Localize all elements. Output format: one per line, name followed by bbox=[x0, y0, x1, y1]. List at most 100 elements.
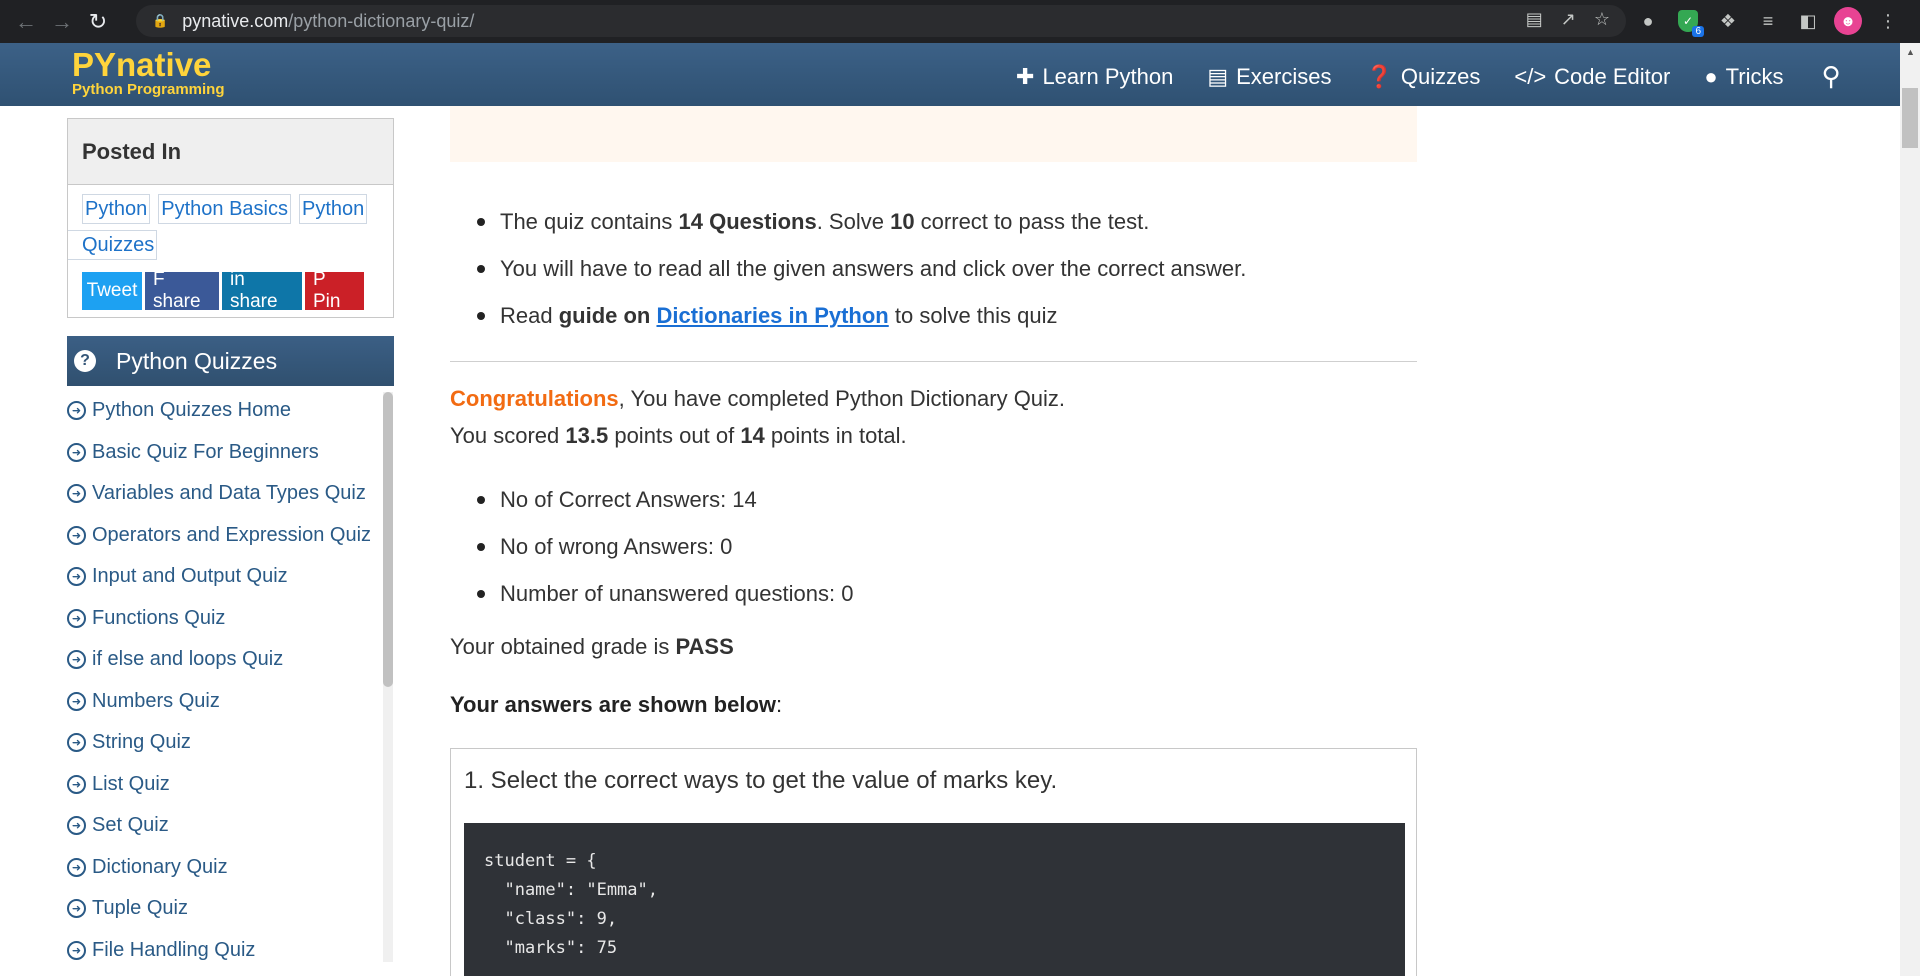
sidebar-scroll-thumb[interactable] bbox=[383, 392, 393, 687]
quiz-link-label: String Quiz bbox=[92, 731, 191, 754]
quiz-link[interactable]: ➜ Basic Quiz For Beginners bbox=[67, 432, 387, 474]
quiz-link[interactable]: ➜ Set Quiz bbox=[67, 805, 387, 847]
quiz-link[interactable]: ➜ Operators and Expression Quiz bbox=[67, 515, 387, 557]
arrow-circle-right-icon: ➜ bbox=[67, 401, 86, 421]
answers-heading: Your answers are shown below: bbox=[450, 692, 783, 717]
python-icon: ✚ bbox=[1016, 63, 1035, 89]
puzzle-extensions-icon[interactable]: ❖ bbox=[1714, 6, 1742, 36]
share-icon[interactable]: ↗ bbox=[1561, 9, 1576, 30]
arrow-circle-right-icon: ➜ bbox=[67, 525, 86, 545]
scroll-up-arrow-icon[interactable]: ▲ bbox=[1906, 47, 1915, 57]
question-card: 1. Select the correct ways to get the va… bbox=[450, 748, 1417, 976]
quiz-link[interactable]: ➜ Dictionary Quiz bbox=[67, 847, 387, 889]
quiz-link-label: Tuple Quiz bbox=[92, 897, 188, 920]
menu-kebab-icon[interactable]: ⋮ bbox=[1874, 6, 1902, 36]
translate-icon[interactable]: ▤ bbox=[1526, 9, 1543, 30]
lock-icon[interactable]: 🔒 bbox=[152, 13, 168, 29]
page-scrollbar[interactable]: ▲ bbox=[1900, 43, 1920, 976]
python-quizzes-title: Python Quizzes bbox=[116, 347, 278, 374]
arrow-circle-right-icon: ➜ bbox=[67, 857, 86, 877]
side-panel-icon[interactable]: ◧ bbox=[1794, 6, 1822, 36]
nav-code-editor[interactable]: </> Code Editor bbox=[1514, 64, 1670, 90]
quiz-link[interactable]: ➜ File Handling Quiz bbox=[67, 930, 387, 972]
quiz-link[interactable]: ➜ Python Quizzes Home bbox=[67, 390, 387, 432]
arrow-circle-right-icon: ➜ bbox=[67, 816, 86, 836]
arrow-circle-right-icon: ➜ bbox=[67, 899, 86, 919]
address-bar[interactable]: 🔒 pynative.com/python-dictionary-quiz/ ▤… bbox=[136, 5, 1626, 37]
back-arrow-icon[interactable]: ← bbox=[8, 4, 44, 40]
grade-value: PASS bbox=[675, 634, 734, 659]
quiz-link-label: List Quiz bbox=[92, 772, 170, 795]
quiz-link[interactable]: ➜ Numbers Quiz bbox=[67, 681, 387, 723]
tag-python[interactable]: Python bbox=[82, 194, 151, 224]
nav-label: Code Editor bbox=[1554, 63, 1671, 89]
quiz-link-label: Python Quizzes Home bbox=[92, 399, 291, 422]
tag-python-quizzes-cont[interactable]: Quizzes bbox=[68, 230, 158, 260]
main-content: The quiz contains 14 Questions. Solve 10… bbox=[450, 106, 1417, 976]
logo-subtitle: Python Programming bbox=[72, 81, 225, 98]
pinterest-pin-button[interactable]: P Pin bbox=[305, 269, 364, 312]
quiz-link-label: Set Quiz bbox=[92, 814, 169, 837]
tag-python-quizzes[interactable]: Python bbox=[299, 194, 368, 224]
quiz-link[interactable]: ➜ if else and loops Quiz bbox=[67, 639, 387, 681]
nav-exercises[interactable]: ▤ Exercises bbox=[1207, 64, 1331, 90]
profile-avatar[interactable]: ☻ bbox=[1834, 6, 1862, 36]
correct-answers: No of Correct Answers: 14 bbox=[450, 476, 1417, 523]
tag-list: Python Python Basics Python Quizzes bbox=[68, 185, 393, 265]
quiz-link-label: Basic Quiz For Beginners bbox=[92, 440, 319, 463]
arrow-circle-right-icon: ➜ bbox=[67, 484, 86, 504]
quiz-link[interactable]: ➜ String Quiz bbox=[67, 722, 387, 764]
nav-label: Quizzes bbox=[1400, 63, 1481, 89]
score-value: 13.5 bbox=[565, 423, 609, 448]
laptop-icon: ▤ bbox=[1207, 63, 1229, 89]
nav-learn-python[interactable]: ✚ Learn Python bbox=[1016, 64, 1173, 90]
nav-tricks[interactable]: ● Tricks bbox=[1704, 64, 1783, 90]
forward-arrow-icon[interactable]: → bbox=[44, 4, 80, 40]
page-scroll-thumb[interactable] bbox=[1902, 88, 1918, 148]
wrong-answers: No of wrong Answers: 0 bbox=[450, 523, 1417, 570]
reload-icon[interactable]: ↻ bbox=[80, 4, 116, 40]
top-navigation: ✚ Learn Python ▤ Exercises ❓ Quizzes </>… bbox=[1016, 61, 1841, 92]
posted-in-title: Posted In bbox=[68, 119, 393, 185]
quiz-instructions: The quiz contains 14 Questions. Solve 10… bbox=[450, 198, 1417, 339]
arrow-circle-right-icon: ➜ bbox=[67, 608, 86, 628]
url-host: pynative.com bbox=[182, 10, 289, 31]
nav-label: Exercises bbox=[1236, 63, 1332, 89]
tweet-button[interactable]: Tweet bbox=[82, 272, 142, 310]
quiz-link-label: Numbers Quiz bbox=[92, 689, 220, 712]
bookmark-star-icon[interactable]: ☆ bbox=[1594, 9, 1610, 30]
instruction-item: Read guide on Dictionaries in Python to … bbox=[450, 292, 1417, 339]
arrow-circle-right-icon: ➜ bbox=[67, 691, 86, 711]
nav-quizzes[interactable]: ❓ Quizzes bbox=[1365, 64, 1480, 90]
shield-extension-icon[interactable]: ✓ 6 bbox=[1674, 6, 1704, 37]
quiz-link[interactable]: ➜ Functions Quiz bbox=[67, 598, 387, 640]
total-points: 14 bbox=[740, 423, 765, 448]
globe-extension-icon[interactable]: ● bbox=[1634, 6, 1662, 36]
quiz-link-label: Input and Output Quiz bbox=[92, 565, 288, 588]
facebook-share-button[interactable]: F share bbox=[145, 269, 219, 312]
share-buttons: Tweet F share in share P Pin bbox=[82, 269, 364, 312]
tag-python-basics[interactable]: Python Basics bbox=[158, 194, 291, 224]
lightbulb-icon: ● bbox=[1704, 63, 1718, 89]
search-icon[interactable]: ⚲ bbox=[1822, 61, 1841, 92]
dictionaries-guide-link[interactable]: Dictionaries in Python bbox=[656, 303, 888, 328]
quiz-link-label: Variables and Data Types Quiz bbox=[92, 482, 366, 505]
quiz-list: ➜ Python Quizzes Home ➜ Basic Quiz For Beg… bbox=[67, 390, 387, 976]
linkedin-share-button[interactable]: in share bbox=[222, 269, 302, 312]
arrow-circle-right-icon: ➜ bbox=[67, 442, 86, 462]
arrow-circle-right-icon: ➜ bbox=[67, 940, 86, 960]
quiz-link-label: if else and loops Quiz bbox=[92, 648, 284, 671]
arrow-circle-right-icon: ➜ bbox=[67, 567, 86, 587]
arrow-circle-right-icon: ➜ bbox=[67, 774, 86, 794]
reading-list-icon[interactable]: ≡ bbox=[1754, 6, 1782, 36]
quiz-link[interactable]: ➜ Tuple Quiz bbox=[67, 888, 387, 930]
grade-line: Your obtained grade is PASS bbox=[450, 634, 734, 659]
quiz-link[interactable]: ➜ Input and Output Quiz bbox=[67, 556, 387, 598]
quiz-link[interactable]: ➜ List Quiz bbox=[67, 764, 387, 806]
site-logo[interactable]: PYnative Python Programming bbox=[72, 48, 225, 98]
url-path: /python-dictionary-quiz/ bbox=[288, 10, 475, 31]
sidebar-scrollbar[interactable] bbox=[383, 392, 393, 962]
question-text: 1. Select the correct ways to get the va… bbox=[464, 767, 1058, 794]
quiz-link[interactable]: ➜ Variables and Data Types Quiz bbox=[67, 473, 387, 515]
result-stats: No of Correct Answers: 14 No of wrong An… bbox=[450, 476, 1417, 617]
